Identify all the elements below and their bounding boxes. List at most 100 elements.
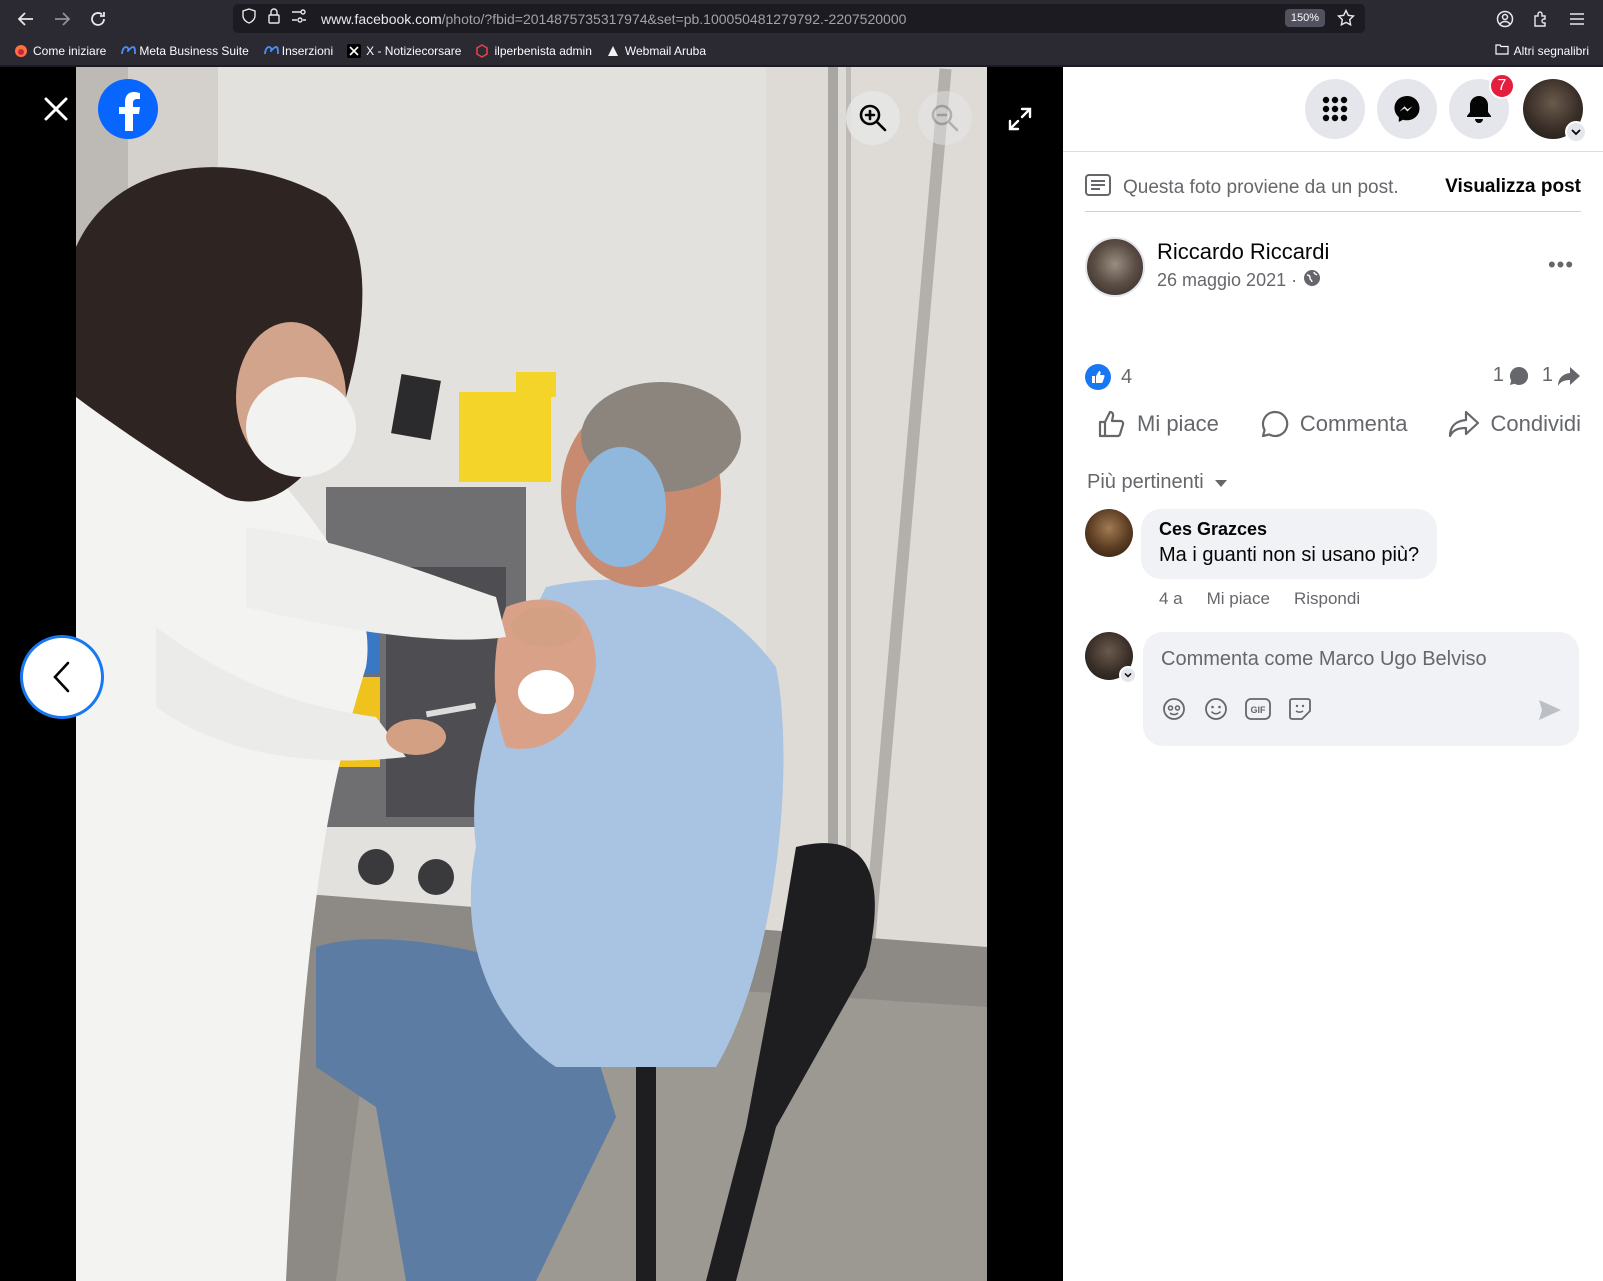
emoji-button[interactable] — [1203, 696, 1229, 722]
photo-viewer — [0, 67, 1063, 1281]
view-post-link[interactable]: Visualizza post — [1445, 176, 1581, 198]
comment-bubble: Ces Grazces Ma i guanti non si usano più… — [1141, 509, 1438, 579]
other-bookmarks[interactable]: Altri segnalibri — [1495, 43, 1589, 58]
reload-icon[interactable] — [80, 0, 116, 37]
address-bar[interactable]: www.facebook.com/photo/?fbid=20148757353… — [233, 4, 1365, 33]
gif-button[interactable]: GIF — [1245, 696, 1271, 722]
emoji-icon — [1205, 698, 1227, 720]
zoom-out-button[interactable] — [918, 91, 972, 145]
zoom-in-button[interactable] — [846, 91, 900, 145]
zoom-in-icon — [859, 104, 887, 132]
bookmark-item[interactable]: ilperbenista admin — [475, 44, 592, 58]
bookmark-item[interactable]: X - Notiziecorsare — [347, 44, 461, 58]
comment-text: Ma i guanti non si usano più? — [1159, 544, 1420, 566]
like-reaction-icon[interactable] — [1085, 364, 1111, 390]
url-text[interactable]: www.facebook.com/photo/?fbid=20148757353… — [321, 11, 906, 27]
bookmarks-bar: Come iniziare Meta Business Suite Inserz… — [0, 37, 1603, 66]
composer-tools: GIF — [1161, 696, 1313, 722]
comment-composer: GIF — [1143, 632, 1579, 746]
send-comment-button[interactable] — [1537, 698, 1563, 727]
post-origin-notice: Questa foto proviene da un post. Visuali… — [1085, 164, 1581, 212]
forward-icon[interactable] — [44, 0, 80, 37]
comment-sort-dropdown[interactable]: Più pertinenti — [1087, 471, 1228, 494]
composer-avatar[interactable] — [1085, 632, 1137, 684]
avatar-sticker-button[interactable] — [1161, 696, 1187, 722]
site-icon — [475, 44, 489, 58]
account-avatar[interactable] — [1523, 79, 1587, 143]
comment-input[interactable] — [1161, 644, 1561, 674]
zoom-level-badge[interactable]: 150% — [1284, 9, 1325, 27]
expand-icon — [1008, 107, 1032, 131]
shield-icon[interactable] — [241, 8, 257, 29]
share-count[interactable]: 1 — [1542, 364, 1581, 387]
comment-meta: 4 a Mi piace Rispondi — [1159, 589, 1360, 609]
bookmark-item[interactable]: Come iniziare — [14, 44, 106, 58]
chevron-down-icon — [1119, 666, 1137, 684]
author-avatar[interactable] — [1085, 237, 1145, 297]
webmail-icon — [606, 44, 620, 58]
bookmark-item[interactable]: Meta Business Suite — [120, 44, 249, 58]
commenter-avatar[interactable] — [1085, 509, 1133, 557]
author-name[interactable]: Riccardo Riccardi — [1157, 239, 1329, 265]
gif-icon: GIF — [1245, 698, 1271, 720]
like-button[interactable]: Mi piace — [1097, 409, 1219, 439]
lock-icon[interactable] — [267, 8, 281, 29]
permissions-icon[interactable] — [291, 9, 307, 28]
comment-like-button[interactable]: Mi piace — [1207, 589, 1270, 609]
meta-icon — [263, 44, 279, 58]
comment-author[interactable]: Ces Grazces — [1159, 519, 1419, 540]
bookmark-label: X - Notiziecorsare — [366, 44, 462, 58]
share-button[interactable]: Condividi — [1448, 409, 1581, 439]
close-viewer-button[interactable] — [34, 87, 78, 131]
bookmark-item[interactable]: Inserzioni — [263, 44, 333, 58]
share-icon — [1449, 410, 1480, 438]
close-icon — [44, 97, 68, 121]
caret-down-icon — [1214, 479, 1227, 487]
comment-reply-button[interactable]: Rispondi — [1294, 589, 1360, 609]
other-bookmarks-label: Altri segnalibri — [1513, 43, 1589, 58]
back-icon[interactable] — [8, 0, 44, 37]
folder-icon — [1495, 43, 1509, 58]
extensions-icon[interactable] — [1523, 0, 1559, 37]
notifications-button[interactable]: 7 — [1449, 73, 1515, 139]
comment-button[interactable]: Commenta — [1260, 409, 1408, 439]
bookmark-star-icon[interactable] — [1336, 8, 1356, 32]
like-count[interactable]: 4 — [1121, 366, 1132, 389]
comment-count[interactable]: 1 — [1493, 364, 1530, 387]
bookmark-label: ilperbenista admin — [494, 44, 592, 58]
post-date: 26 maggio 2021 · — [1157, 270, 1298, 290]
post-notice-text: Questa foto proviene da un post. — [1123, 176, 1399, 198]
post-document-icon — [1085, 174, 1111, 201]
grid-menu-icon — [1322, 96, 1348, 122]
post-options-button[interactable]: ••• — [1541, 245, 1581, 285]
thumbs-up-icon — [1098, 410, 1125, 438]
facebook-f-icon — [119, 92, 140, 131]
like-label: Mi piace — [1137, 411, 1219, 436]
chevron-left-icon — [53, 661, 70, 693]
url-path: /photo/?fbid=2014875735317974&set=pb.100… — [441, 10, 907, 27]
previous-photo-button[interactable] — [20, 635, 104, 719]
fullscreen-button[interactable] — [1000, 99, 1040, 139]
globe-icon — [1303, 269, 1321, 292]
comment-bubble-icon — [1509, 366, 1528, 385]
share-arrow-icon — [1558, 366, 1580, 386]
chevron-down-icon — [1565, 121, 1587, 143]
svg-text:GIF: GIF — [1251, 705, 1267, 715]
menu-button[interactable] — [1305, 79, 1365, 139]
x-logo-icon — [347, 44, 362, 58]
browser-toolbar: www.facebook.com/photo/?fbid=20148757353… — [0, 0, 1603, 37]
firefox-icon — [14, 44, 28, 58]
share-count-value: 1 — [1541, 364, 1553, 386]
bookmark-label: Come iniziare — [33, 44, 107, 58]
messenger-button[interactable] — [1377, 79, 1437, 139]
post-sidebar: 7 Questa foto proviene da un post. Visua… — [1063, 67, 1603, 1281]
bookmark-item[interactable]: Webmail Aruba — [606, 44, 706, 58]
post-photo[interactable] — [76, 67, 987, 1281]
top-navigation: 7 — [1063, 67, 1603, 152]
facebook-logo[interactable] — [98, 79, 158, 139]
menu-icon[interactable] — [1559, 0, 1595, 37]
sticker-button[interactable] — [1287, 696, 1313, 722]
account-icon[interactable] — [1487, 0, 1523, 37]
comment-age[interactable]: 4 a — [1159, 589, 1183, 609]
post-timestamp[interactable]: 26 maggio 2021 · — [1157, 269, 1321, 292]
